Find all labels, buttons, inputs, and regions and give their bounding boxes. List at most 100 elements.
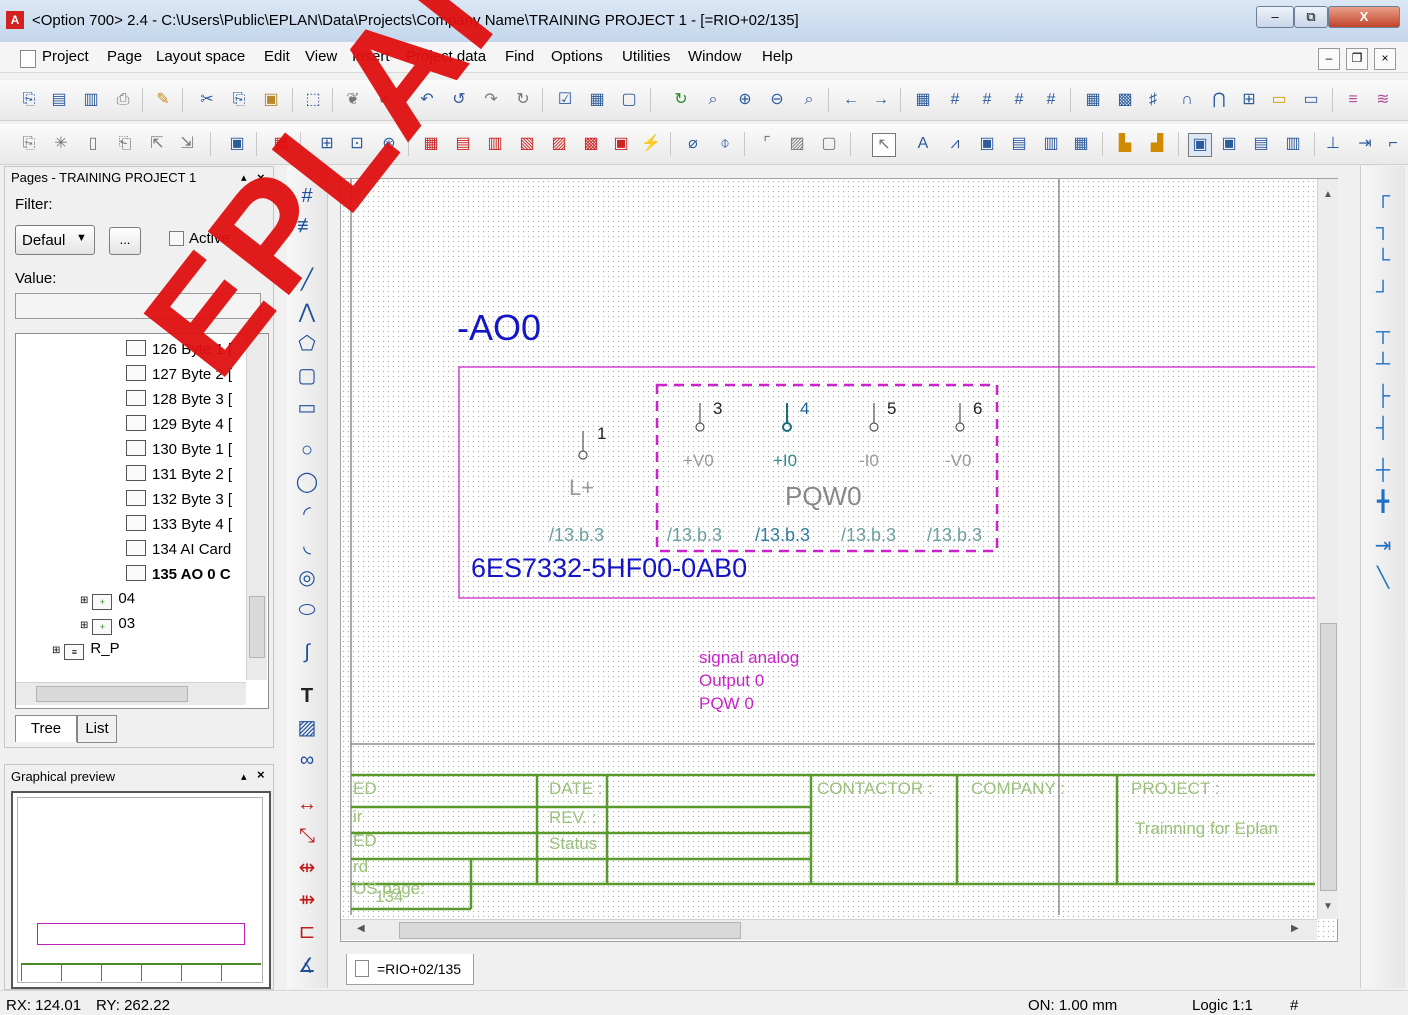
dimension-baseline-icon[interactable]: ⊏	[295, 920, 319, 944]
mdi-restore-button[interactable]: ❐	[1346, 48, 1368, 70]
dimension-aligned-icon[interactable]: ⤡	[295, 824, 319, 848]
tee-right-icon[interactable]: ├	[1371, 384, 1395, 408]
insert-box-icon[interactable]: ▢	[818, 133, 840, 155]
text-icon[interactable]: T	[295, 684, 319, 708]
dimension-increment-icon[interactable]: ⇻	[295, 888, 319, 912]
canvas-horizontal-scrollbar[interactable]: ◀ ▶	[341, 919, 1317, 940]
tree-item[interactable]: 132 Byte 3 [	[126, 490, 232, 514]
menu-project-data[interactable]: Project data	[406, 48, 486, 65]
new-page-icon[interactable]: ✳	[50, 133, 72, 155]
page-icon[interactable]: ▥	[80, 89, 102, 111]
snap-object-icon[interactable]: ⋂	[1208, 89, 1230, 111]
open-project-icon[interactable]: ▤	[48, 89, 70, 111]
macro-icon[interactable]: ▣	[226, 133, 248, 155]
window-icon[interactable]: ▢	[618, 89, 640, 111]
expand-icon[interactable]: ⊞	[80, 620, 88, 631]
scroll-thumb[interactable]	[399, 922, 741, 939]
undo-list-icon[interactable]: ↺	[448, 89, 470, 111]
forward-icon[interactable]: →	[870, 89, 892, 111]
device-tag[interactable]: -AO0	[457, 307, 541, 349]
expand-icon[interactable]: ⊞	[80, 595, 88, 606]
cross-b-icon[interactable]: ╋	[1371, 490, 1395, 514]
image-icon[interactable]: ▨	[295, 716, 319, 740]
maximize-button[interactable]: ⧉	[1294, 6, 1328, 28]
grid-icon[interactable]: #	[295, 184, 319, 208]
plug-icon[interactable]: ⊡	[346, 133, 368, 155]
tree-item[interactable]: 131 Byte 2 [	[126, 465, 232, 489]
tree-vertical-scrollbar[interactable]	[246, 334, 267, 680]
mirror-icon[interactable]: ⩘	[944, 133, 966, 155]
refresh-icon[interactable]: ↻	[670, 89, 692, 111]
cross-reference[interactable]: /13.b.3	[927, 525, 982, 546]
expand-icon[interactable]: ⊞	[52, 645, 60, 656]
potential-icon[interactable]: ⚡	[640, 133, 662, 155]
select-area-icon[interactable]: ⬚	[302, 89, 324, 111]
tab-list[interactable]: List	[77, 715, 117, 743]
polygon-icon[interactable]: ⬠	[295, 332, 319, 356]
tree-item[interactable]: 127 Byte 2 [	[126, 365, 232, 389]
menu-options[interactable]: Options	[551, 48, 603, 65]
scroll-thumb[interactable]	[249, 596, 265, 658]
grid-e-icon[interactable]: #	[1040, 89, 1062, 111]
input-mode-icon[interactable]: ▭	[1268, 89, 1290, 111]
connection-a-icon[interactable]: ▦	[420, 133, 442, 155]
zoom-window-icon[interactable]: ⌕	[702, 89, 724, 111]
mdi-minimize-button[interactable]: –	[1318, 48, 1340, 70]
layer-b-icon[interactable]: ≋	[1372, 89, 1394, 111]
corner-top-right-icon[interactable]: ┐	[1371, 216, 1395, 240]
format-icon[interactable]: ✔	[374, 89, 396, 111]
cross-reference[interactable]: /13.b.3	[667, 525, 722, 546]
tree-group[interactable]: ⊞ ≡ R_P	[52, 640, 120, 664]
grid-on-icon[interactable]: ▦	[1082, 89, 1104, 111]
layer-icon[interactable]: ≡	[1342, 89, 1364, 111]
new-project-icon[interactable]: ⎘	[18, 89, 40, 111]
scroll-thumb[interactable]	[36, 686, 188, 702]
cross-reference[interactable]: /13.b.3	[841, 525, 896, 546]
corner-top-left-icon[interactable]: ┌	[1371, 184, 1395, 208]
snap-grid-icon[interactable]: ▩	[1114, 89, 1136, 111]
cross-icon[interactable]: ┼	[1371, 458, 1395, 482]
tree-item[interactable]: 133 Byte 4 [	[126, 515, 232, 539]
page-prev-icon[interactable]: ⇱	[146, 133, 168, 155]
undo-icon[interactable]: ↶	[416, 89, 438, 111]
part-number[interactable]: 6ES7332-5HF00-0AB0	[471, 553, 747, 584]
hatch-icon[interactable]: ▨	[786, 133, 808, 155]
intelligent-connect-icon[interactable]: ⊞	[1238, 89, 1260, 111]
drawing-canvas[interactable]: -AO0 1 3 4 5 6 L+ +V0 +I0 -I0 -V0 PQW0 /…	[340, 178, 1338, 942]
arc-icon[interactable]: ◜	[295, 502, 319, 526]
panel-close-icon[interactable]: ×	[257, 170, 265, 185]
tree-item[interactable]: 126 Byte 1 [	[126, 340, 232, 364]
ellipse-icon[interactable]: ⬭	[295, 598, 319, 622]
zoom-in-icon[interactable]: ⊕	[734, 89, 756, 111]
order-back-icon[interactable]: ▟	[1146, 133, 1168, 155]
text-box-icon[interactable]: A	[912, 133, 934, 155]
hash-icon[interactable]: ♯	[1142, 89, 1164, 111]
tree-item[interactable]: 129 Byte 4 [	[126, 415, 232, 439]
tree-item-selected[interactable]: 135 AO 0 C	[126, 565, 231, 589]
preview-icon[interactable]: ▭	[1300, 89, 1322, 111]
grid-d-icon[interactable]: #	[1008, 89, 1030, 111]
copy-icon[interactable]: ⎘	[228, 89, 250, 111]
interruption-icon[interactable]: ⇥	[1371, 534, 1395, 558]
filter-more-button[interactable]: ...	[109, 227, 141, 255]
canvas-vertical-scrollbar[interactable]: ▲ ▼	[1317, 179, 1338, 919]
menu-project[interactable]: Project	[42, 48, 89, 65]
dimension-icon[interactable]: ↔	[295, 792, 319, 816]
corner-bottom-left-icon[interactable]: └	[1371, 248, 1395, 272]
arrow-right-icon[interactable]: ⇥	[1354, 133, 1376, 155]
cable-icon[interactable]: ⊛	[378, 133, 400, 155]
mdi-close-button[interactable]: ×	[1374, 48, 1396, 70]
frame-a-icon[interactable]: ▣	[976, 133, 998, 155]
copy-page-icon[interactable]: ⎘	[18, 133, 40, 155]
pin-b-icon[interactable]: ⌽	[714, 133, 736, 155]
tree-item[interactable]: 134 AI Card	[126, 540, 231, 564]
print-icon[interactable]: ⎙	[112, 89, 134, 111]
connection-e-icon[interactable]: ▨	[548, 133, 570, 155]
connection-b-icon[interactable]: ▤	[452, 133, 474, 155]
page-tab[interactable]: =RIO+02/135	[346, 954, 474, 985]
redo-list-icon[interactable]: ↻	[512, 89, 534, 111]
tree-item[interactable]: 128 Byte 3 [	[126, 390, 232, 414]
corner-icon[interactable]: ⌜	[756, 133, 778, 155]
table-icon[interactable]: ▦	[586, 89, 608, 111]
grid-b-icon[interactable]: #	[944, 89, 966, 111]
